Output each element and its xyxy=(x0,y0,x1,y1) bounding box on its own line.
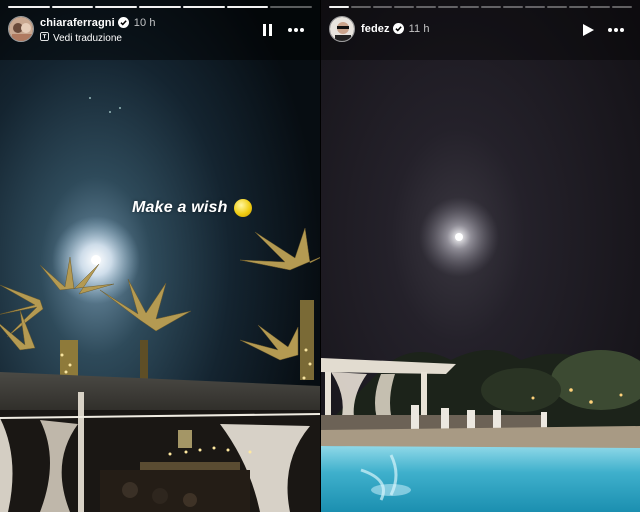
progress-segment xyxy=(350,6,371,8)
translate-icon xyxy=(40,32,49,44)
progress-segment xyxy=(437,6,458,8)
progress-segment xyxy=(568,6,589,8)
progress-segment xyxy=(51,6,94,8)
progress-segment xyxy=(394,6,415,8)
progress-segment xyxy=(372,6,393,8)
caption-text: Make a wish xyxy=(132,199,228,216)
story-caption: Make a wish xyxy=(132,199,252,217)
more-icon xyxy=(288,28,304,32)
verified-badge-icon xyxy=(392,23,404,37)
pause-button[interactable] xyxy=(258,20,278,40)
play-icon xyxy=(583,24,594,36)
progress-segment xyxy=(8,6,50,8)
post-time: 11 h xyxy=(408,23,430,35)
more-options-button[interactable] xyxy=(286,20,306,40)
progress-segment xyxy=(590,6,611,8)
progress-segment xyxy=(503,6,524,8)
progress-segment xyxy=(525,6,545,8)
story-header: chiaraferragni 10 h Vedi traduzione xyxy=(8,14,312,46)
post-time: 10 h xyxy=(133,17,156,29)
more-icon xyxy=(608,28,624,32)
story-progress-bar xyxy=(329,6,632,8)
progress-segment xyxy=(139,6,181,8)
progress-segment xyxy=(546,6,567,8)
pause-icon xyxy=(263,24,272,36)
username[interactable]: chiaraferragni xyxy=(40,17,115,29)
progress-segment xyxy=(416,6,436,8)
progress-segment xyxy=(182,6,225,8)
progress-segment xyxy=(329,6,349,8)
progress-segment xyxy=(226,6,269,8)
play-button[interactable] xyxy=(578,20,598,40)
avatar[interactable] xyxy=(8,16,34,42)
translate-label: Vedi traduzione xyxy=(53,32,122,44)
progress-segment xyxy=(612,6,632,8)
story-photo-moon-palms xyxy=(0,0,320,512)
story-chiaraferragni[interactable]: chiaraferragni 10 h Vedi traduzione Make … xyxy=(0,0,320,512)
progress-segment xyxy=(459,6,480,8)
username[interactable]: fedez xyxy=(361,23,390,35)
avatar[interactable] xyxy=(329,16,355,42)
progress-segment xyxy=(270,6,313,8)
more-options-button[interactable] xyxy=(606,20,626,40)
progress-segment xyxy=(481,6,502,8)
story-progress-bar xyxy=(8,6,313,8)
avatar-image xyxy=(9,17,33,41)
story-header: fedez 11 h xyxy=(329,14,632,46)
verified-badge-icon xyxy=(117,17,129,31)
translate-link[interactable]: Vedi traduzione xyxy=(40,32,122,44)
full-moon-emoji-icon xyxy=(233,199,252,217)
progress-segment xyxy=(95,6,138,8)
avatar-image xyxy=(330,17,354,41)
story-photo-moon-pool xyxy=(321,0,640,512)
story-fedez[interactable]: fedez 11 h xyxy=(321,0,640,512)
